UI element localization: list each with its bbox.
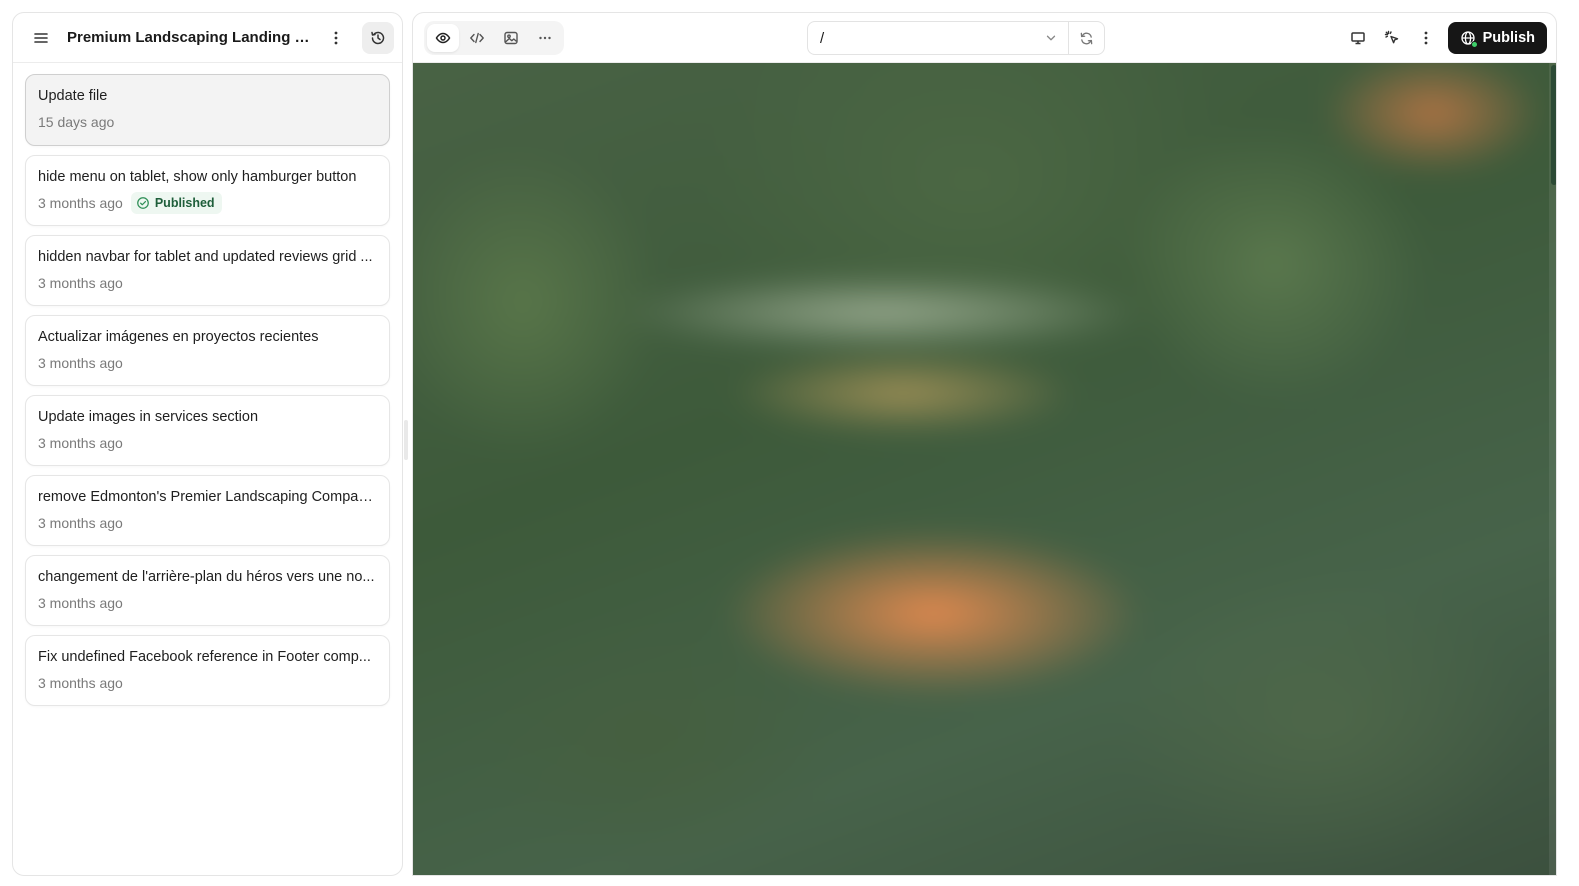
version-meta: 15 days ago: [38, 112, 377, 132]
version-item[interactable]: changement de l'arrière-plan du héros ve…: [25, 555, 390, 626]
version-time: 15 days ago: [38, 114, 115, 130]
hamburger-menu-icon[interactable]: [25, 22, 57, 54]
version-title: hide menu on tablet, show only hamburger…: [38, 169, 357, 185]
eye-icon[interactable]: [427, 23, 459, 52]
route-dropdown[interactable]: /: [808, 22, 1068, 54]
version-title: changement de l'arrière-plan du héros ve…: [38, 569, 375, 585]
toolbar-actions: Publish: [1342, 21, 1547, 55]
chevron-down-icon: [1046, 35, 1056, 41]
version-item[interactable]: remove Edmonton's Premier Landscaping Co…: [25, 475, 390, 546]
version-item[interactable]: Fix undefined Facebook reference in Foot…: [25, 635, 390, 706]
version-title: hidden navbar for tablet and updated rev…: [38, 249, 373, 265]
version-meta: 3 months ago: [38, 273, 377, 293]
project-header: Premium Landscaping Landing Page ...: [13, 13, 402, 63]
view-mode-toggle: [424, 20, 564, 55]
blurred-preview-image: [413, 63, 1556, 875]
version-title: Fix undefined Facebook reference in Foot…: [38, 649, 371, 665]
version-title: Actualizar imágenes en proyectos recient…: [38, 329, 319, 345]
version-item[interactable]: Update file 15 days ago: [25, 74, 390, 146]
version-list: Update file 15 days ago hide menu on tab…: [13, 63, 402, 706]
vertical-dots-icon[interactable]: [1410, 22, 1442, 54]
publish-button[interactable]: Publish: [1447, 22, 1547, 54]
version-meta: 3 months ago: [38, 593, 377, 613]
desktop-icon[interactable]: [1342, 22, 1374, 54]
preview-scrollbar[interactable]: [1549, 63, 1556, 875]
version-item[interactable]: hide menu on tablet, show only hamburger…: [25, 155, 390, 226]
version-meta: 3 months ago: [38, 433, 377, 453]
sparkle-cursor-icon[interactable]: [1376, 22, 1408, 54]
version-time: 3 months ago: [38, 355, 123, 371]
version-time: 3 months ago: [38, 275, 123, 291]
globe-icon: [1460, 30, 1478, 48]
site-preview[interactable]: [413, 63, 1556, 875]
version-item[interactable]: Update images in services section 3 mont…: [25, 395, 390, 466]
version-title: Update file: [38, 88, 108, 104]
version-title: remove Edmonton's Premier Landscaping Co…: [38, 489, 377, 505]
preview-toolbar: / Publish: [413, 13, 1556, 63]
route-selector: /: [807, 21, 1105, 55]
more-horizontal-icon[interactable]: [529, 24, 561, 52]
version-time: 3 months ago: [38, 515, 123, 531]
check-circle-icon: [136, 197, 149, 209]
publish-label: Publish: [1482, 30, 1535, 46]
version-meta: 3 months ago: [38, 353, 377, 373]
version-time: 3 months ago: [38, 435, 123, 451]
version-meta: 3 months ago: [38, 673, 377, 693]
refresh-icon[interactable]: [1068, 22, 1104, 54]
panel-resize-handle[interactable]: [404, 420, 408, 460]
history-icon[interactable]: [362, 21, 394, 54]
version-item[interactable]: hidden navbar for tablet and updated rev…: [25, 235, 390, 306]
route-value: /: [820, 29, 825, 47]
vertical-dots-icon[interactable]: [320, 22, 352, 54]
version-item[interactable]: Actualizar imágenes en proyectos recient…: [25, 315, 390, 386]
version-history-panel: Premium Landscaping Landing Page ... Upd…: [12, 12, 403, 876]
version-meta: 3 months ago Published: [38, 192, 377, 214]
project-title[interactable]: Premium Landscaping Landing Page ...: [67, 29, 310, 46]
version-time: 3 months ago: [38, 675, 123, 691]
version-time: 3 months ago: [38, 195, 123, 211]
published-badge-label: Published: [154, 196, 215, 210]
scrollbar-thumb[interactable]: [1551, 65, 1556, 185]
version-meta: 3 months ago: [38, 513, 377, 533]
image-icon[interactable]: [495, 24, 527, 52]
published-badge: Published: [130, 192, 222, 214]
version-title: Update images in services section: [38, 409, 259, 425]
version-time: 3 months ago: [38, 595, 123, 611]
live-status-dot: [1470, 41, 1478, 48]
preview-panel: / Publish: [412, 12, 1557, 876]
code-icon[interactable]: [461, 24, 493, 52]
